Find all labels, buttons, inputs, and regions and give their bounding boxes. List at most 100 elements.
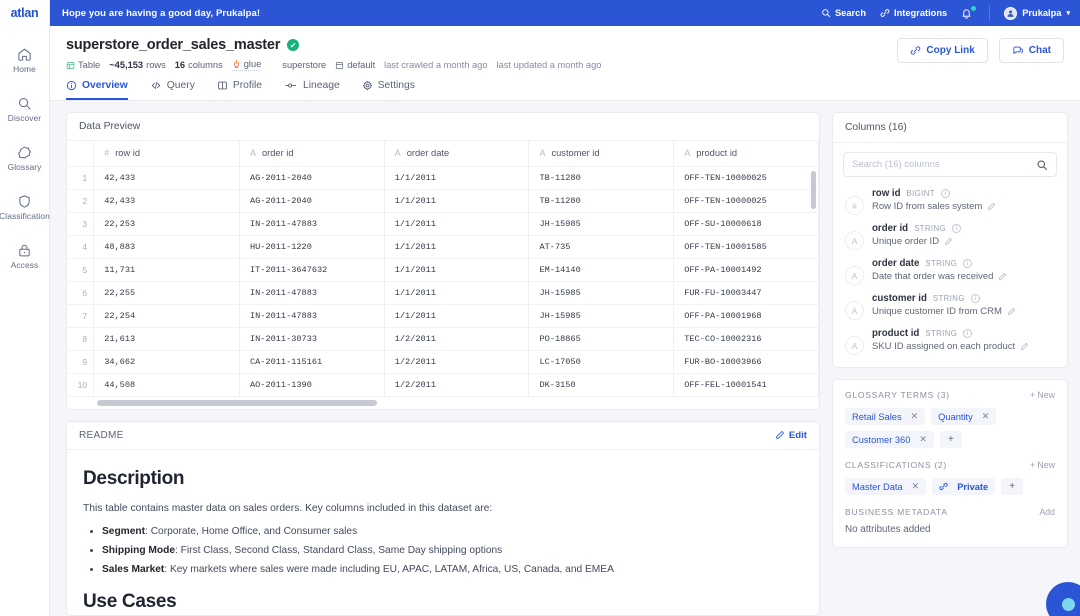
table-row[interactable]: 142,433AG-2011-20401/1/2011TB-11280OFF-T…	[67, 166, 819, 189]
copy-link-button[interactable]: Copy Link	[897, 38, 987, 63]
cell-order-id: IN-2011-47883	[239, 304, 384, 327]
classifications-section: CLASSIFICATIONS (2) + New Master Data ✕	[833, 450, 1067, 497]
add-classification-button[interactable]: +	[1001, 478, 1023, 495]
tab-query-label: Query	[167, 80, 195, 91]
meta-database[interactable]: superstore	[270, 60, 326, 70]
table-row[interactable]: 821,613IN-2011-307331/2/2011PO-18865TEC-…	[67, 327, 819, 350]
text-type-icon: A	[539, 148, 545, 158]
search-input[interactable]	[852, 159, 1030, 170]
sidebar-item-home[interactable]: Home	[0, 36, 49, 85]
column-name[interactable]: order date	[872, 258, 919, 269]
close-icon[interactable]: ✕	[982, 411, 990, 422]
pencil-icon[interactable]	[1020, 342, 1029, 351]
sidebar-item-access[interactable]: Access	[0, 232, 49, 281]
table-row[interactable]: 722,254IN-2011-478831/1/2011JH-15985OFF-…	[67, 304, 819, 327]
cell-order-id: AO-2011-1390	[239, 373, 384, 396]
column-title-row: order date STRING i	[872, 258, 1007, 269]
info-icon[interactable]: i	[963, 259, 972, 268]
glossary-term-chip[interactable]: Quantity ✕	[931, 408, 996, 425]
info-icon[interactable]: i	[952, 224, 961, 233]
table-row[interactable]: 934,662CA-2011-1151611/2/2011LC-17050FUR…	[67, 350, 819, 373]
cell-order-id: HU-2011-1220	[239, 235, 384, 258]
user-menu[interactable]: Prukalpa ▾	[1004, 7, 1070, 20]
classification-chip-private[interactable]: Private	[932, 478, 995, 495]
sidebar-item-discover[interactable]: Discover	[0, 85, 49, 134]
link-icon	[910, 45, 921, 56]
asset-header: superstore_order_sales_master ✔ Table ~4…	[50, 26, 1080, 101]
integrations-button[interactable]: Integrations	[880, 8, 947, 18]
sidebar-item-glossary[interactable]: Glossary	[0, 134, 49, 183]
vertical-scrollbar[interactable]	[811, 171, 816, 209]
column-header-customer-id[interactable]: A customer id	[529, 141, 674, 166]
close-icon[interactable]: ✕	[919, 434, 927, 445]
column-name[interactable]: product id	[872, 328, 919, 339]
horizontal-scrollbar-track[interactable]	[67, 397, 819, 409]
data-preview-table-scroll[interactable]: # row id A order id A or	[67, 141, 819, 397]
column-header-order-date[interactable]: A order date	[384, 141, 529, 166]
list-item[interactable]: # row id BIGINT i Row ID from sales syst…	[843, 184, 1057, 219]
tab-settings-label: Settings	[378, 80, 415, 91]
readme-header: README Edit	[67, 422, 819, 450]
notifications-button[interactable]	[961, 8, 975, 19]
meta-schema[interactable]: default	[335, 60, 375, 70]
pencil-icon[interactable]	[987, 202, 996, 211]
column-type: STRING	[925, 259, 957, 268]
tab-overview[interactable]: Overview	[66, 80, 128, 100]
column-header-product-id[interactable]: A product id	[674, 141, 819, 166]
list-item[interactable]: A order id STRING i Unique order ID	[843, 219, 1057, 254]
atlan-logo[interactable]: atlan	[0, 0, 49, 26]
close-icon[interactable]: ✕	[911, 411, 919, 422]
close-icon[interactable]: ✕	[912, 481, 920, 492]
info-icon[interactable]: i	[941, 189, 950, 198]
tab-query[interactable]: Query	[150, 80, 195, 100]
classification-chip[interactable]: Master Data ✕	[845, 478, 926, 495]
tab-lineage[interactable]: Lineage	[284, 80, 340, 100]
table-row[interactable]: 511,731IT-2011-36476321/1/2011EM-14140OF…	[67, 258, 819, 281]
column-header-order-id[interactable]: A order id	[239, 141, 384, 166]
list-item: Segment: Corporate, Home Office, and Con…	[102, 526, 803, 537]
glossary-term-chip[interactable]: Retail Sales ✕	[845, 408, 925, 425]
readme-edit-button[interactable]: Edit	[775, 430, 807, 441]
list-item[interactable]: A order date STRING i Date that order wa…	[843, 254, 1057, 289]
list-item[interactable]: A product id STRING i SKU ID assigned on…	[843, 324, 1057, 359]
glossary-new-button[interactable]: + New	[1030, 390, 1055, 400]
row-index: 2	[67, 189, 94, 212]
readme-bullet-list: Segment: Corporate, Home Office, and Con…	[83, 526, 803, 575]
column-header-label: row id	[115, 148, 140, 158]
pencil-icon[interactable]	[998, 272, 1007, 281]
chat-button[interactable]: Chat	[999, 38, 1064, 63]
cell-order-id: IT-2011-3647632	[239, 258, 384, 281]
glossary-term-chip[interactable]: Customer 360 ✕	[845, 431, 934, 448]
meta-connector[interactable]: glue	[232, 59, 262, 71]
pencil-icon[interactable]	[944, 237, 953, 246]
tab-settings[interactable]: Settings	[362, 80, 415, 100]
info-icon[interactable]: i	[963, 329, 972, 338]
classifications-new-button[interactable]: + New	[1030, 460, 1055, 470]
sidebar-item-classification[interactable]: Classification	[0, 183, 49, 232]
business-metadata-section: BUSINESS METADATA Add No attributes adde…	[833, 497, 1067, 547]
table-row[interactable]: 1044,508AO-2011-13901/2/2011DK-3150OFF-F…	[67, 373, 819, 396]
tab-profile[interactable]: Profile	[217, 80, 262, 100]
business-metadata-add-button[interactable]: Add	[1039, 507, 1055, 517]
search-icon[interactable]	[1036, 159, 1048, 171]
list-item[interactable]: A customer id STRING i Unique customer I…	[843, 289, 1057, 324]
columns-search-box[interactable]	[843, 152, 1057, 177]
pencil-icon[interactable]	[1007, 307, 1016, 316]
global-search-button[interactable]: Search	[821, 8, 866, 18]
column-description: Unique customer ID from CRM	[872, 306, 1002, 317]
table-row[interactable]: 622,255IN-2011-478831/1/2011JH-15985FUR-…	[67, 281, 819, 304]
table-row[interactable]: 322,253IN-2011-478831/1/2011JH-15985OFF-…	[67, 212, 819, 235]
table-row[interactable]: 448,883HU-2011-12201/1/2011AT-735OFF-TEN…	[67, 235, 819, 258]
info-icon[interactable]: i	[971, 294, 980, 303]
column-header-row-id[interactable]: # row id	[94, 141, 240, 166]
column-name[interactable]: row id	[872, 188, 901, 199]
column-name[interactable]: order id	[872, 223, 908, 234]
cell-customer-id: JH-15985	[529, 281, 674, 304]
column-name[interactable]: customer id	[872, 293, 927, 304]
horizontal-scrollbar-thumb[interactable]	[97, 400, 377, 406]
add-glossary-term-button[interactable]: +	[940, 431, 962, 448]
table-row[interactable]: 242,433AG-2011-20401/1/2011TB-11280OFF-T…	[67, 189, 819, 212]
cell-product-id: OFF-PA-10001492	[674, 258, 819, 281]
cell-order-date: 1/1/2011	[384, 166, 529, 189]
page-body: Data Preview # row	[50, 101, 1080, 616]
